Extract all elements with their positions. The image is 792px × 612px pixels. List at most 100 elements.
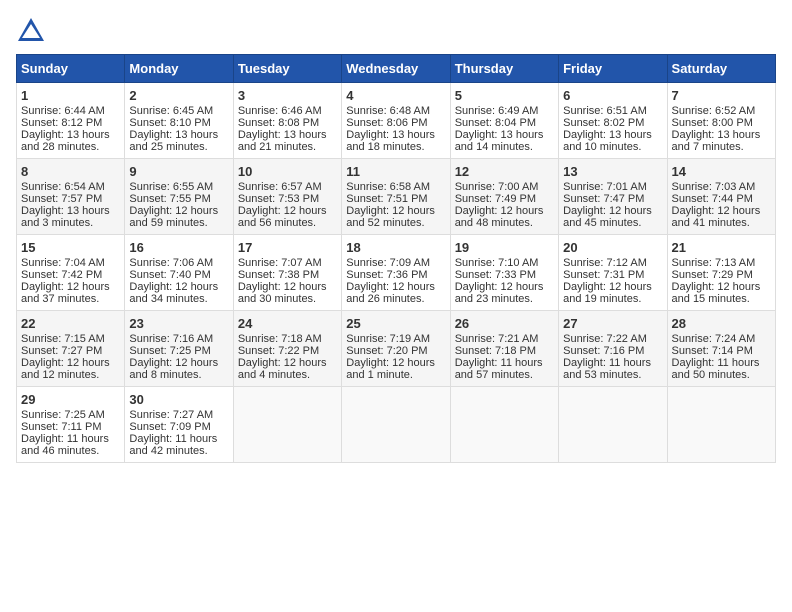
daylight-label: Daylight: 12 hours and 26 minutes. [346,281,435,305]
daylight-label: Daylight: 12 hours and 4 minutes. [238,357,327,381]
day-cell: 28Sunrise: 7:24 AMSunset: 7:14 PMDayligh… [667,311,775,387]
day-number: 15 [21,240,120,255]
day-cell: 18Sunrise: 7:09 AMSunset: 7:36 PMDayligh… [342,235,450,311]
day-cell: 6Sunrise: 6:51 AMSunset: 8:02 PMDaylight… [559,83,667,159]
sunset-label: Sunset: 7:18 PM [455,345,536,357]
sunrise-label: Sunrise: 6:48 AM [346,105,430,117]
day-cell: 14Sunrise: 7:03 AMSunset: 7:44 PMDayligh… [667,159,775,235]
daylight-label: Daylight: 13 hours and 18 minutes. [346,129,435,153]
day-number: 5 [455,88,554,103]
sunrise-label: Sunrise: 7:07 AM [238,257,322,269]
col-header-monday: Monday [125,55,233,83]
sunset-label: Sunset: 8:08 PM [238,117,319,129]
day-number: 23 [129,316,228,331]
sunrise-label: Sunrise: 7:25 AM [21,409,105,421]
week-row-3: 15Sunrise: 7:04 AMSunset: 7:42 PMDayligh… [17,235,776,311]
sunset-label: Sunset: 7:51 PM [346,193,427,205]
day-cell [667,387,775,463]
day-number: 13 [563,164,662,179]
day-number: 3 [238,88,337,103]
daylight-label: Daylight: 13 hours and 14 minutes. [455,129,544,153]
sunset-label: Sunset: 8:10 PM [129,117,210,129]
day-cell: 7Sunrise: 6:52 AMSunset: 8:00 PMDaylight… [667,83,775,159]
day-cell: 1Sunrise: 6:44 AMSunset: 8:12 PMDaylight… [17,83,125,159]
day-number: 25 [346,316,445,331]
daylight-label: Daylight: 13 hours and 28 minutes. [21,129,110,153]
day-cell: 23Sunrise: 7:16 AMSunset: 7:25 PMDayligh… [125,311,233,387]
sunrise-label: Sunrise: 7:00 AM [455,181,539,193]
sunrise-label: Sunrise: 6:46 AM [238,105,322,117]
week-row-4: 22Sunrise: 7:15 AMSunset: 7:27 PMDayligh… [17,311,776,387]
logo [16,16,50,46]
sunrise-label: Sunrise: 6:45 AM [129,105,213,117]
sunset-label: Sunset: 7:25 PM [129,345,210,357]
sunset-label: Sunset: 7:22 PM [238,345,319,357]
sunset-label: Sunset: 8:12 PM [21,117,102,129]
sunset-label: Sunset: 7:36 PM [346,269,427,281]
calendar-table: SundayMondayTuesdayWednesdayThursdayFrid… [16,54,776,463]
daylight-label: Daylight: 12 hours and 37 minutes. [21,281,110,305]
day-number: 7 [672,88,771,103]
day-cell: 27Sunrise: 7:22 AMSunset: 7:16 PMDayligh… [559,311,667,387]
day-cell: 4Sunrise: 6:48 AMSunset: 8:06 PMDaylight… [342,83,450,159]
day-cell: 26Sunrise: 7:21 AMSunset: 7:18 PMDayligh… [450,311,558,387]
day-number: 29 [21,392,120,407]
day-number: 6 [563,88,662,103]
col-header-thursday: Thursday [450,55,558,83]
sunrise-label: Sunrise: 6:51 AM [563,105,647,117]
day-cell: 19Sunrise: 7:10 AMSunset: 7:33 PMDayligh… [450,235,558,311]
day-cell: 10Sunrise: 6:57 AMSunset: 7:53 PMDayligh… [233,159,341,235]
day-cell: 2Sunrise: 6:45 AMSunset: 8:10 PMDaylight… [125,83,233,159]
sunset-label: Sunset: 7:20 PM [346,345,427,357]
daylight-label: Daylight: 11 hours and 57 minutes. [455,357,543,381]
day-number: 19 [455,240,554,255]
sunrise-label: Sunrise: 6:44 AM [21,105,105,117]
daylight-label: Daylight: 11 hours and 42 minutes. [129,433,217,457]
sunrise-label: Sunrise: 7:09 AM [346,257,430,269]
daylight-label: Daylight: 12 hours and 34 minutes. [129,281,218,305]
day-number: 10 [238,164,337,179]
sunset-label: Sunset: 7:38 PM [238,269,319,281]
day-cell: 3 Sunrise: 6:46 AMSunset: 8:08 PMDaylight… [233,83,341,159]
sunrise-label: Sunrise: 6:55 AM [129,181,213,193]
day-number: 4 [346,88,445,103]
day-number: 17 [238,240,337,255]
day-cell: 12Sunrise: 7:00 AMSunset: 7:49 PMDayligh… [450,159,558,235]
col-header-sunday: Sunday [17,55,125,83]
sunset-label: Sunset: 7:09 PM [129,421,210,433]
sunset-label: Sunset: 7:16 PM [563,345,644,357]
sunrise-label: Sunrise: 7:19 AM [346,333,430,345]
day-cell: 8Sunrise: 6:54 AMSunset: 7:57 PMDaylight… [17,159,125,235]
day-number: 16 [129,240,228,255]
day-number: 30 [129,392,228,407]
sunrise-label: Sunrise: 7:04 AM [21,257,105,269]
sunset-label: Sunset: 7:40 PM [129,269,210,281]
daylight-label: Daylight: 13 hours and 21 minutes. [238,129,327,153]
daylight-label: Daylight: 13 hours and 3 minutes. [21,205,110,229]
day-cell: 25 Sunrise: 7:19 AMSunset: 7:20 PMDayligh… [342,311,450,387]
daylight-label: Daylight: 12 hours and 1 minute. [346,357,435,381]
col-header-saturday: Saturday [667,55,775,83]
daylight-label: Daylight: 12 hours and 41 minutes. [672,205,761,229]
daylight-label: Daylight: 12 hours and 23 minutes. [455,281,544,305]
daylight-label: Daylight: 12 hours and 52 minutes. [346,205,435,229]
day-number: 12 [455,164,554,179]
sunrise-label: Sunrise: 6:54 AM [21,181,105,193]
sunrise-label: Sunrise: 7:21 AM [455,333,539,345]
day-cell: 30Sunrise: 7:27 AMSunset: 7:09 PMDayligh… [125,387,233,463]
day-cell [559,387,667,463]
day-cell: 20Sunrise: 7:12 AMSunset: 7:31 PMDayligh… [559,235,667,311]
day-cell: 9Sunrise: 6:55 AMSunset: 7:55 PMDaylight… [125,159,233,235]
sunset-label: Sunset: 7:42 PM [21,269,102,281]
daylight-label: Daylight: 12 hours and 45 minutes. [563,205,652,229]
sunset-label: Sunset: 7:49 PM [455,193,536,205]
day-cell [450,387,558,463]
sunset-label: Sunset: 8:02 PM [563,117,644,129]
day-number: 11 [346,164,445,179]
sunrise-label: Sunrise: 7:18 AM [238,333,322,345]
header-row: SundayMondayTuesdayWednesdayThursdayFrid… [17,55,776,83]
week-row-1: 1Sunrise: 6:44 AMSunset: 8:12 PMDaylight… [17,83,776,159]
day-number: 8 [21,164,120,179]
day-number: 22 [21,316,120,331]
sunrise-label: Sunrise: 7:12 AM [563,257,647,269]
